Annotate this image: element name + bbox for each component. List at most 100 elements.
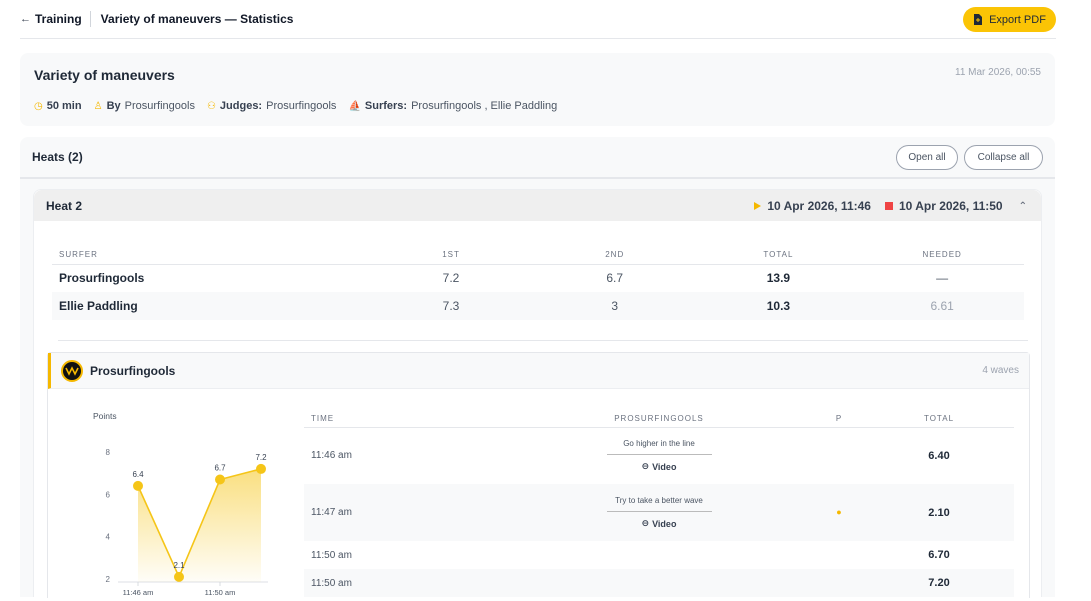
- data-label: 2.1: [173, 561, 185, 570]
- data-label: 7.2: [255, 453, 267, 462]
- wave-time: 11:50 am: [304, 569, 504, 597]
- clock-icon: ◷: [34, 100, 43, 112]
- table-row[interactable]: Prosurfingools 7.2 6.7 13.9 —: [52, 264, 1024, 292]
- waves-table: TIME PROSURFINGOOLS P TOTAL 11:46 am Go …: [304, 411, 1014, 597]
- surfer-icon: ⛵: [348, 100, 361, 112]
- session-title: Variety of maneuvers: [34, 67, 175, 83]
- breadcrumb-divider: [89, 11, 91, 27]
- second-score: 6.7: [606, 271, 624, 286]
- wave-judge-cell: [504, 569, 814, 597]
- wave-priority: [814, 541, 864, 569]
- y-tick-label: 6: [106, 490, 111, 499]
- surfer-card: Prosurfingools 4 waves Points 8 6 4 2 6.4 2.1…: [47, 352, 1030, 598]
- chevron-up-icon[interactable]: ⌃: [1019, 201, 1027, 212]
- user-icon: ♙: [93, 100, 103, 112]
- heats-section: Heats (2) Open all Collapse all Heat 2 1…: [20, 137, 1055, 598]
- wave-row[interactable]: 11:50 am 7.20: [304, 569, 1014, 597]
- wave-total: 6.70: [928, 549, 950, 561]
- col-judge: PROSURFINGOOLS: [504, 411, 814, 428]
- wave-row[interactable]: 11:50 am 6.70: [304, 541, 1014, 569]
- scores-table: SURFER 1ST 2ND TOTAL NEEDED Prosurfingoo…: [52, 246, 1024, 320]
- surfer-card-name: Prosurfingools: [90, 363, 176, 378]
- start-icon: [754, 202, 762, 210]
- heat-header[interactable]: Heat 2 10 Apr 2026, 11:46 10 Apr 2026, 1…: [34, 190, 1041, 221]
- col-needed: NEEDED: [860, 246, 1024, 265]
- col-total: TOTAL: [696, 246, 861, 265]
- link-icon: ⊖: [641, 461, 650, 472]
- surfer-card-header[interactable]: Prosurfingools 4 waves: [48, 353, 1029, 389]
- divider: [58, 340, 1028, 341]
- wave-row[interactable]: 11:47 am Try to take a better wave ⊖ Vide…: [304, 484, 1014, 541]
- data-label: 6.4: [132, 470, 144, 479]
- wave-logo-icon: [65, 365, 79, 376]
- first-score: 7.3: [369, 292, 533, 320]
- back-link[interactable]: ← Training: [20, 12, 82, 26]
- surfer-name: Prosurfingools: [59, 271, 145, 286]
- stop-icon: [884, 202, 893, 210]
- y-tick-label: 4: [106, 533, 111, 542]
- second-score: 3: [532, 292, 697, 320]
- wave-judge-cell: [504, 541, 814, 569]
- duration: ◷ 50 min: [34, 100, 82, 112]
- needed-score: 6.61: [860, 292, 1024, 320]
- pdf-icon: [974, 14, 983, 25]
- heat-panel: Heat 2 10 Apr 2026, 11:46 10 Apr 2026, 1…: [33, 189, 1042, 598]
- total-score: 13.9: [766, 271, 791, 286]
- col-surfer: SURFER: [52, 246, 370, 265]
- session-card: Variety of maneuvers 11 Mar 2026, 00:55 …: [20, 53, 1055, 126]
- col-time: TIME: [304, 411, 504, 428]
- needed-score: —: [936, 271, 949, 286]
- heat-name: Heat 2: [46, 198, 83, 213]
- judge-note: Try to take a better wave: [606, 496, 712, 512]
- author: ♙ By Prosurfingools: [93, 100, 195, 112]
- data-point: [215, 474, 225, 485]
- judges-icon: ⚇: [206, 100, 216, 112]
- session-meta: ◷ 50 min ♙ By Prosurfingools ⚇ Judges: P…: [34, 100, 557, 112]
- open-all-button[interactable]: Open all: [896, 145, 958, 170]
- x-tick-label: 11:46 am: [123, 588, 154, 597]
- waves-header-row: TIME PROSURFINGOOLS P TOTAL: [304, 411, 1014, 428]
- back-label: Training: [35, 12, 82, 26]
- collapse-all-button[interactable]: Collapse all: [964, 145, 1043, 170]
- avatar: [61, 359, 83, 382]
- heat-end: 10 Apr 2026, 11:50: [898, 199, 1003, 213]
- judges: ⚇ Judges: Prosurfingools: [206, 100, 337, 112]
- heats-header: Heats (2) Open all Collapse all: [20, 137, 1055, 179]
- x-tick-label: 11:50 am: [205, 588, 236, 597]
- col-wave-total: TOTAL: [864, 411, 1014, 428]
- wave-row[interactable]: 11:46 am Go higher in the line ⊖ Video 6.…: [304, 427, 1014, 484]
- y-axis-label: Points: [93, 411, 117, 421]
- page-title: Variety of maneuvers — Statistics: [100, 12, 294, 26]
- back-arrow-icon: ←: [20, 13, 31, 25]
- col-2nd: 2ND: [532, 246, 697, 265]
- data-point: [133, 480, 143, 491]
- video-link[interactable]: ⊖ Video: [504, 461, 814, 472]
- points-chart: Points 8 6 4 2 6.4 2.1 6.7 7.2 11:46 am 11:50 am: [93, 411, 268, 597]
- surfer-name: Ellie Paddling: [52, 292, 370, 320]
- judge-note: Go higher in the line: [606, 439, 712, 456]
- first-score: 7.2: [442, 271, 460, 286]
- wave-time: 11:47 am: [304, 484, 504, 541]
- data-point: [256, 463, 266, 474]
- surfers: ⛵ Surfers: Prosurfingools , Ellie Paddli…: [348, 100, 558, 112]
- top-bar: ← Training Variety of maneuvers — Statis…: [20, 0, 1056, 39]
- export-pdf-button[interactable]: Export PDF: [963, 7, 1056, 32]
- y-tick-label: 2: [106, 575, 111, 584]
- wave-time: 11:46 am: [311, 450, 352, 462]
- wave-total: 6.40: [928, 449, 950, 462]
- heats-title: Heats (2): [32, 150, 83, 164]
- table-header-row: SURFER 1ST 2ND TOTAL NEEDED: [52, 246, 1024, 265]
- col-p: P: [814, 411, 864, 428]
- table-row[interactable]: Ellie Paddling 7.3 3 10.3 6.61: [52, 292, 1024, 320]
- wave-priority: ●: [814, 484, 864, 541]
- wave-priority: [814, 427, 864, 484]
- y-tick-label: 8: [106, 448, 111, 457]
- video-link[interactable]: ⊖ Video: [504, 518, 814, 529]
- data-label: 6.7: [214, 464, 226, 473]
- total-score: 10.3: [696, 292, 861, 320]
- wave-priority: [814, 569, 864, 597]
- wave-count: 4 waves: [982, 365, 1019, 376]
- heat-start: 10 Apr 2026, 11:46: [767, 199, 871, 213]
- link-icon: ⊖: [641, 518, 650, 528]
- wave-judge-cell: Try to take a better wave ⊖ Video: [504, 484, 814, 541]
